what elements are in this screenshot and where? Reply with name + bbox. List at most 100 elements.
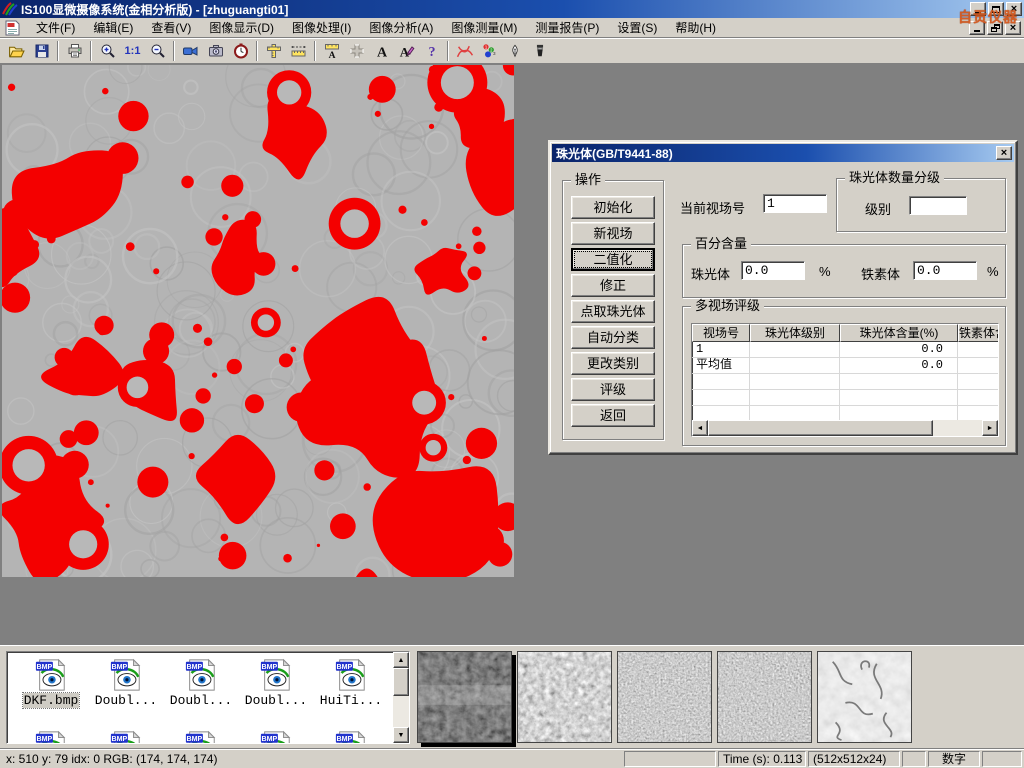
- edit-annotation-button[interactable]: A: [394, 40, 419, 62]
- help-button[interactable]: ?: [419, 40, 444, 62]
- toolbar-separator: [256, 41, 258, 61]
- thumbnail-3[interactable]: [617, 651, 712, 743]
- file-item[interactable]: Doubl...: [90, 658, 162, 708]
- menu-image-analysis[interactable]: 图像分析(A): [360, 17, 442, 38]
- svg-text:3: 3: [493, 51, 496, 56]
- col-field-no[interactable]: 视场号: [692, 324, 750, 342]
- pick-pearlite-button[interactable]: 点取珠光体: [571, 300, 655, 323]
- curve-tool-button[interactable]: [452, 40, 477, 62]
- bmp-file-icon: [34, 658, 68, 692]
- pen-tool-button[interactable]: [502, 40, 527, 62]
- pen-nib-icon: [508, 43, 522, 59]
- menu-help[interactable]: 帮助(H): [666, 17, 725, 38]
- camera-capture-button[interactable]: [203, 40, 228, 62]
- metallographic-image[interactable]: [2, 65, 514, 577]
- bmp-file-icon: [184, 730, 218, 744]
- file-list-scrollbar[interactable]: ▲ ▼: [393, 652, 409, 743]
- mdi-minimize-button[interactable]: [969, 21, 985, 35]
- auto-classify-button[interactable]: 自动分类: [571, 326, 655, 349]
- file-item[interactable]: [15, 730, 87, 744]
- merge-tool-button[interactable]: [344, 40, 369, 62]
- table-horizontal-scrollbar[interactable]: ◄ ►: [692, 420, 998, 436]
- zoom-out-button[interactable]: [145, 40, 170, 62]
- table-row-empty: [692, 374, 998, 390]
- save-button[interactable]: [29, 40, 54, 62]
- file-name[interactable]: Doubl...: [244, 693, 308, 708]
- file-item[interactable]: DKF.bmp: [15, 658, 87, 708]
- file-browser[interactable]: DKF.bmp Doubl... Doubl... Doubl... HuiTi…: [6, 651, 410, 744]
- dialog-title-bar[interactable]: 珠光体(GB/T9441-88) ×: [552, 144, 1014, 162]
- mdi-restore-button[interactable]: [987, 21, 1003, 35]
- thumbnail-5[interactable]: [817, 651, 912, 743]
- init-button[interactable]: 初始化: [571, 196, 655, 219]
- cursor-position-readout: x: 510 y: 79 idx: 0 RGB: (174, 174, 174): [0, 752, 622, 766]
- brush-tool-button[interactable]: [527, 40, 552, 62]
- close-button[interactable]: ×: [1006, 2, 1022, 16]
- scroll-down-button[interactable]: ▼: [393, 727, 409, 743]
- menu-image-display[interactable]: 图像显示(D): [200, 17, 283, 38]
- table-row[interactable]: 1 0.0: [692, 342, 998, 358]
- file-item[interactable]: Doubl...: [240, 658, 312, 708]
- binarize-button[interactable]: 二值化: [571, 248, 655, 271]
- scrollbar-thumb[interactable]: [708, 420, 933, 436]
- timer-button[interactable]: [228, 40, 253, 62]
- menu-image-process[interactable]: 图像处理(I): [283, 17, 360, 38]
- col-ferrite-content[interactable]: 铁素体含量(%): [958, 324, 999, 342]
- thumbnail-2[interactable]: [517, 651, 612, 743]
- menu-settings[interactable]: 设置(S): [608, 17, 666, 38]
- menu-file[interactable]: 文件(F): [27, 17, 84, 38]
- file-item[interactable]: [315, 730, 387, 744]
- menu-view[interactable]: 查看(V): [142, 17, 200, 38]
- file-name[interactable]: HuiTi...: [319, 693, 383, 708]
- text-measure-button[interactable]: A: [319, 40, 344, 62]
- toolbar: 1:1: [0, 39, 1024, 64]
- grade-input[interactable]: [909, 196, 967, 215]
- current-field-input[interactable]: [763, 194, 827, 213]
- file-item[interactable]: [90, 730, 162, 744]
- print-button[interactable]: [62, 40, 87, 62]
- current-field-label: 当前视场号: [680, 198, 745, 217]
- col-pearlite-content[interactable]: 珠光体含量(%): [840, 324, 958, 342]
- bmp-file-icon: [334, 730, 368, 744]
- length-measure-button[interactable]: [286, 40, 311, 62]
- file-item[interactable]: [165, 730, 237, 744]
- file-item[interactable]: Doubl...: [165, 658, 237, 708]
- correct-button[interactable]: 修正: [571, 274, 655, 297]
- menu-measure-report[interactable]: 测量报告(P): [526, 17, 608, 38]
- file-name[interactable]: DKF.bmp: [23, 693, 80, 708]
- file-name[interactable]: Doubl...: [169, 693, 233, 708]
- table-row[interactable]: 平均值 0.0: [692, 358, 998, 374]
- scroll-up-button[interactable]: ▲: [393, 652, 409, 668]
- thumbnail-1[interactable]: [417, 651, 512, 743]
- phase-count-button[interactable]: 1 2 3: [477, 40, 502, 62]
- file-item[interactable]: [240, 730, 312, 744]
- change-class-button[interactable]: 更改类别: [571, 352, 655, 375]
- menu-edit[interactable]: 编辑(E): [84, 17, 142, 38]
- scrollbar-thumb[interactable]: [393, 668, 409, 696]
- mdi-close-button[interactable]: ×: [1005, 21, 1021, 35]
- video-capture-button[interactable]: [178, 40, 203, 62]
- menu-image-measure[interactable]: 图像测量(M): [442, 17, 526, 38]
- scroll-right-button[interactable]: ►: [982, 420, 998, 436]
- ferrite-percent-input[interactable]: [913, 261, 977, 280]
- open-file-button[interactable]: [4, 40, 29, 62]
- rating-table[interactable]: 视场号 珠光体级别 珠光体含量(%) 铁素体含量(%) 1 0.0 平均值 0.…: [691, 323, 999, 437]
- file-name[interactable]: Doubl...: [94, 693, 158, 708]
- new-field-button[interactable]: 新视场: [571, 222, 655, 245]
- maximize-button[interactable]: [988, 2, 1004, 16]
- pearlite-percent-input[interactable]: [741, 261, 805, 280]
- rate-button[interactable]: 评级: [571, 378, 655, 401]
- pearlite-dialog: 珠光体(GB/T9441-88) × 操作 初始化 新视场 二值化 修正 点取珠…: [548, 140, 1018, 455]
- scroll-left-button[interactable]: ◄: [692, 420, 708, 436]
- text-annotation-button[interactable]: A: [369, 40, 394, 62]
- actual-size-button[interactable]: 1:1: [120, 40, 145, 62]
- caliper-measure-button[interactable]: [261, 40, 286, 62]
- file-item[interactable]: HuiTi...: [315, 658, 387, 708]
- return-button[interactable]: 返回: [571, 404, 655, 427]
- dialog-close-button[interactable]: ×: [996, 146, 1012, 160]
- col-pearlite-grade[interactable]: 珠光体级别: [750, 324, 840, 342]
- minimize-button[interactable]: [970, 2, 986, 16]
- thumbnail-4[interactable]: [717, 651, 812, 743]
- zoom-in-button[interactable]: [95, 40, 120, 62]
- zoom-in-icon: [100, 43, 116, 59]
